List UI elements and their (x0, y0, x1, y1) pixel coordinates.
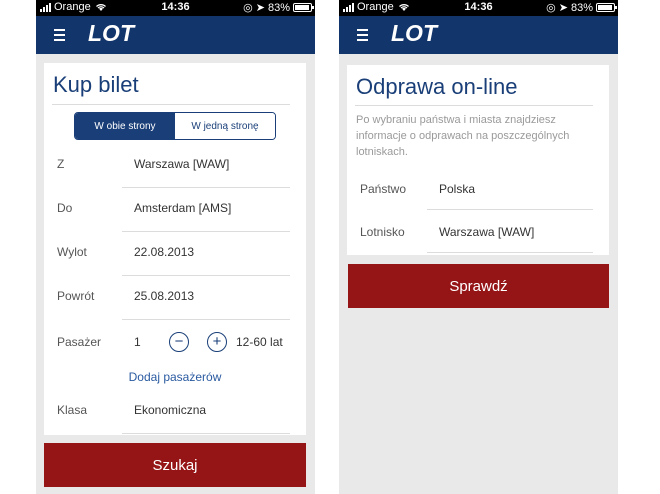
svg-text:LOT: LOT (391, 20, 439, 46)
decrease-passenger-button[interactable]: − (169, 332, 189, 352)
title-divider (52, 104, 290, 105)
departure-value: 22.08.2013 (134, 245, 195, 259)
from-value: Warszawa [WAW] (134, 157, 230, 171)
nav-bar: LOT (36, 16, 315, 54)
buy-ticket-card: Kup bilet W obie strony W jedną stronę Z… (44, 63, 306, 435)
return-value: 25.08.2013 (134, 289, 195, 303)
battery-percent: 83% (267, 1, 290, 14)
departure-label: Wylot (57, 245, 87, 259)
from-field[interactable]: Z Warszawa [WAW] (44, 144, 306, 188)
country-value: Polska (439, 182, 476, 196)
location-icon: ➤ (255, 2, 265, 14)
add-passengers-link[interactable]: Dodaj pasażerów (44, 370, 306, 384)
phone-screen-online-checkin: Orange 14:36 ◎ ➤ 83% LOT Odprawa on-line… (339, 0, 618, 494)
battery-icon (596, 3, 617, 12)
status-bar: Orange 14:36 ◎ ➤ 83% (339, 0, 618, 16)
nav-bar: LOT (339, 16, 618, 54)
battery-icon (293, 3, 314, 12)
passenger-count: 1 (134, 335, 141, 349)
lot-logo: LOT (391, 20, 439, 46)
to-field[interactable]: Do Amsterdam [AMS] (44, 188, 306, 232)
status-bar: Orange 14:36 ◎ ➤ 83% (36, 0, 315, 16)
return-label: Powrót (57, 289, 95, 303)
round-trip-option[interactable]: W obie strony (75, 113, 175, 139)
one-way-option[interactable]: W jedną stronę (175, 113, 275, 139)
search-button[interactable]: Szukaj (44, 443, 306, 487)
passenger-row: Pasażer 1 − + 12-60 lat (44, 322, 306, 366)
airport-value: Warszawa [WAW] (439, 225, 535, 239)
increase-passenger-button[interactable]: + (207, 332, 227, 352)
airport-field[interactable]: Lotnisko Warszawa [WAW] (347, 213, 609, 253)
title-divider (355, 105, 593, 106)
to-label: Do (57, 201, 73, 215)
page-title: Odprawa on-line (356, 74, 518, 99)
rotation-lock-icon: ◎ (546, 2, 556, 14)
country-field[interactable]: Państwo Polska (347, 170, 609, 210)
phone-screen-buy-ticket: Orange 14:36 ◎ ➤ 83% LOT Kup bilet W obi… (36, 0, 315, 494)
checkin-intro-text: Po wybraniu państwa i miasta znajdziesz … (356, 114, 570, 158)
online-checkin-card: Odprawa on-line Po wybraniu państwa i mi… (347, 65, 609, 255)
departure-date-field[interactable]: Wylot 22.08.2013 (44, 232, 306, 276)
page-title: Kup bilet (53, 72, 139, 97)
trip-type-toggle: W obie strony W jedną stronę (74, 112, 276, 140)
class-field[interactable]: Klasa Ekonomiczna (44, 390, 306, 434)
passenger-label: Pasażer (57, 335, 102, 349)
svg-text:LOT: LOT (88, 20, 136, 46)
airport-label: Lotnisko (360, 225, 405, 239)
return-date-field[interactable]: Powrót 25.08.2013 (44, 276, 306, 320)
to-value: Amsterdam [AMS] (134, 201, 232, 215)
menu-icon[interactable] (54, 29, 65, 41)
lot-logo: LOT (88, 20, 136, 46)
battery-percent: 83% (570, 1, 593, 14)
from-label: Z (57, 157, 65, 171)
check-button[interactable]: Sprawdź (348, 264, 609, 308)
location-icon: ➤ (558, 2, 568, 14)
menu-icon[interactable] (357, 29, 368, 41)
class-value: Ekonomiczna (134, 403, 207, 417)
rotation-lock-icon: ◎ (243, 2, 253, 14)
passenger-age-range: 12-60 lat (236, 335, 283, 349)
class-label: Klasa (57, 403, 88, 417)
country-label: Państwo (360, 182, 407, 196)
